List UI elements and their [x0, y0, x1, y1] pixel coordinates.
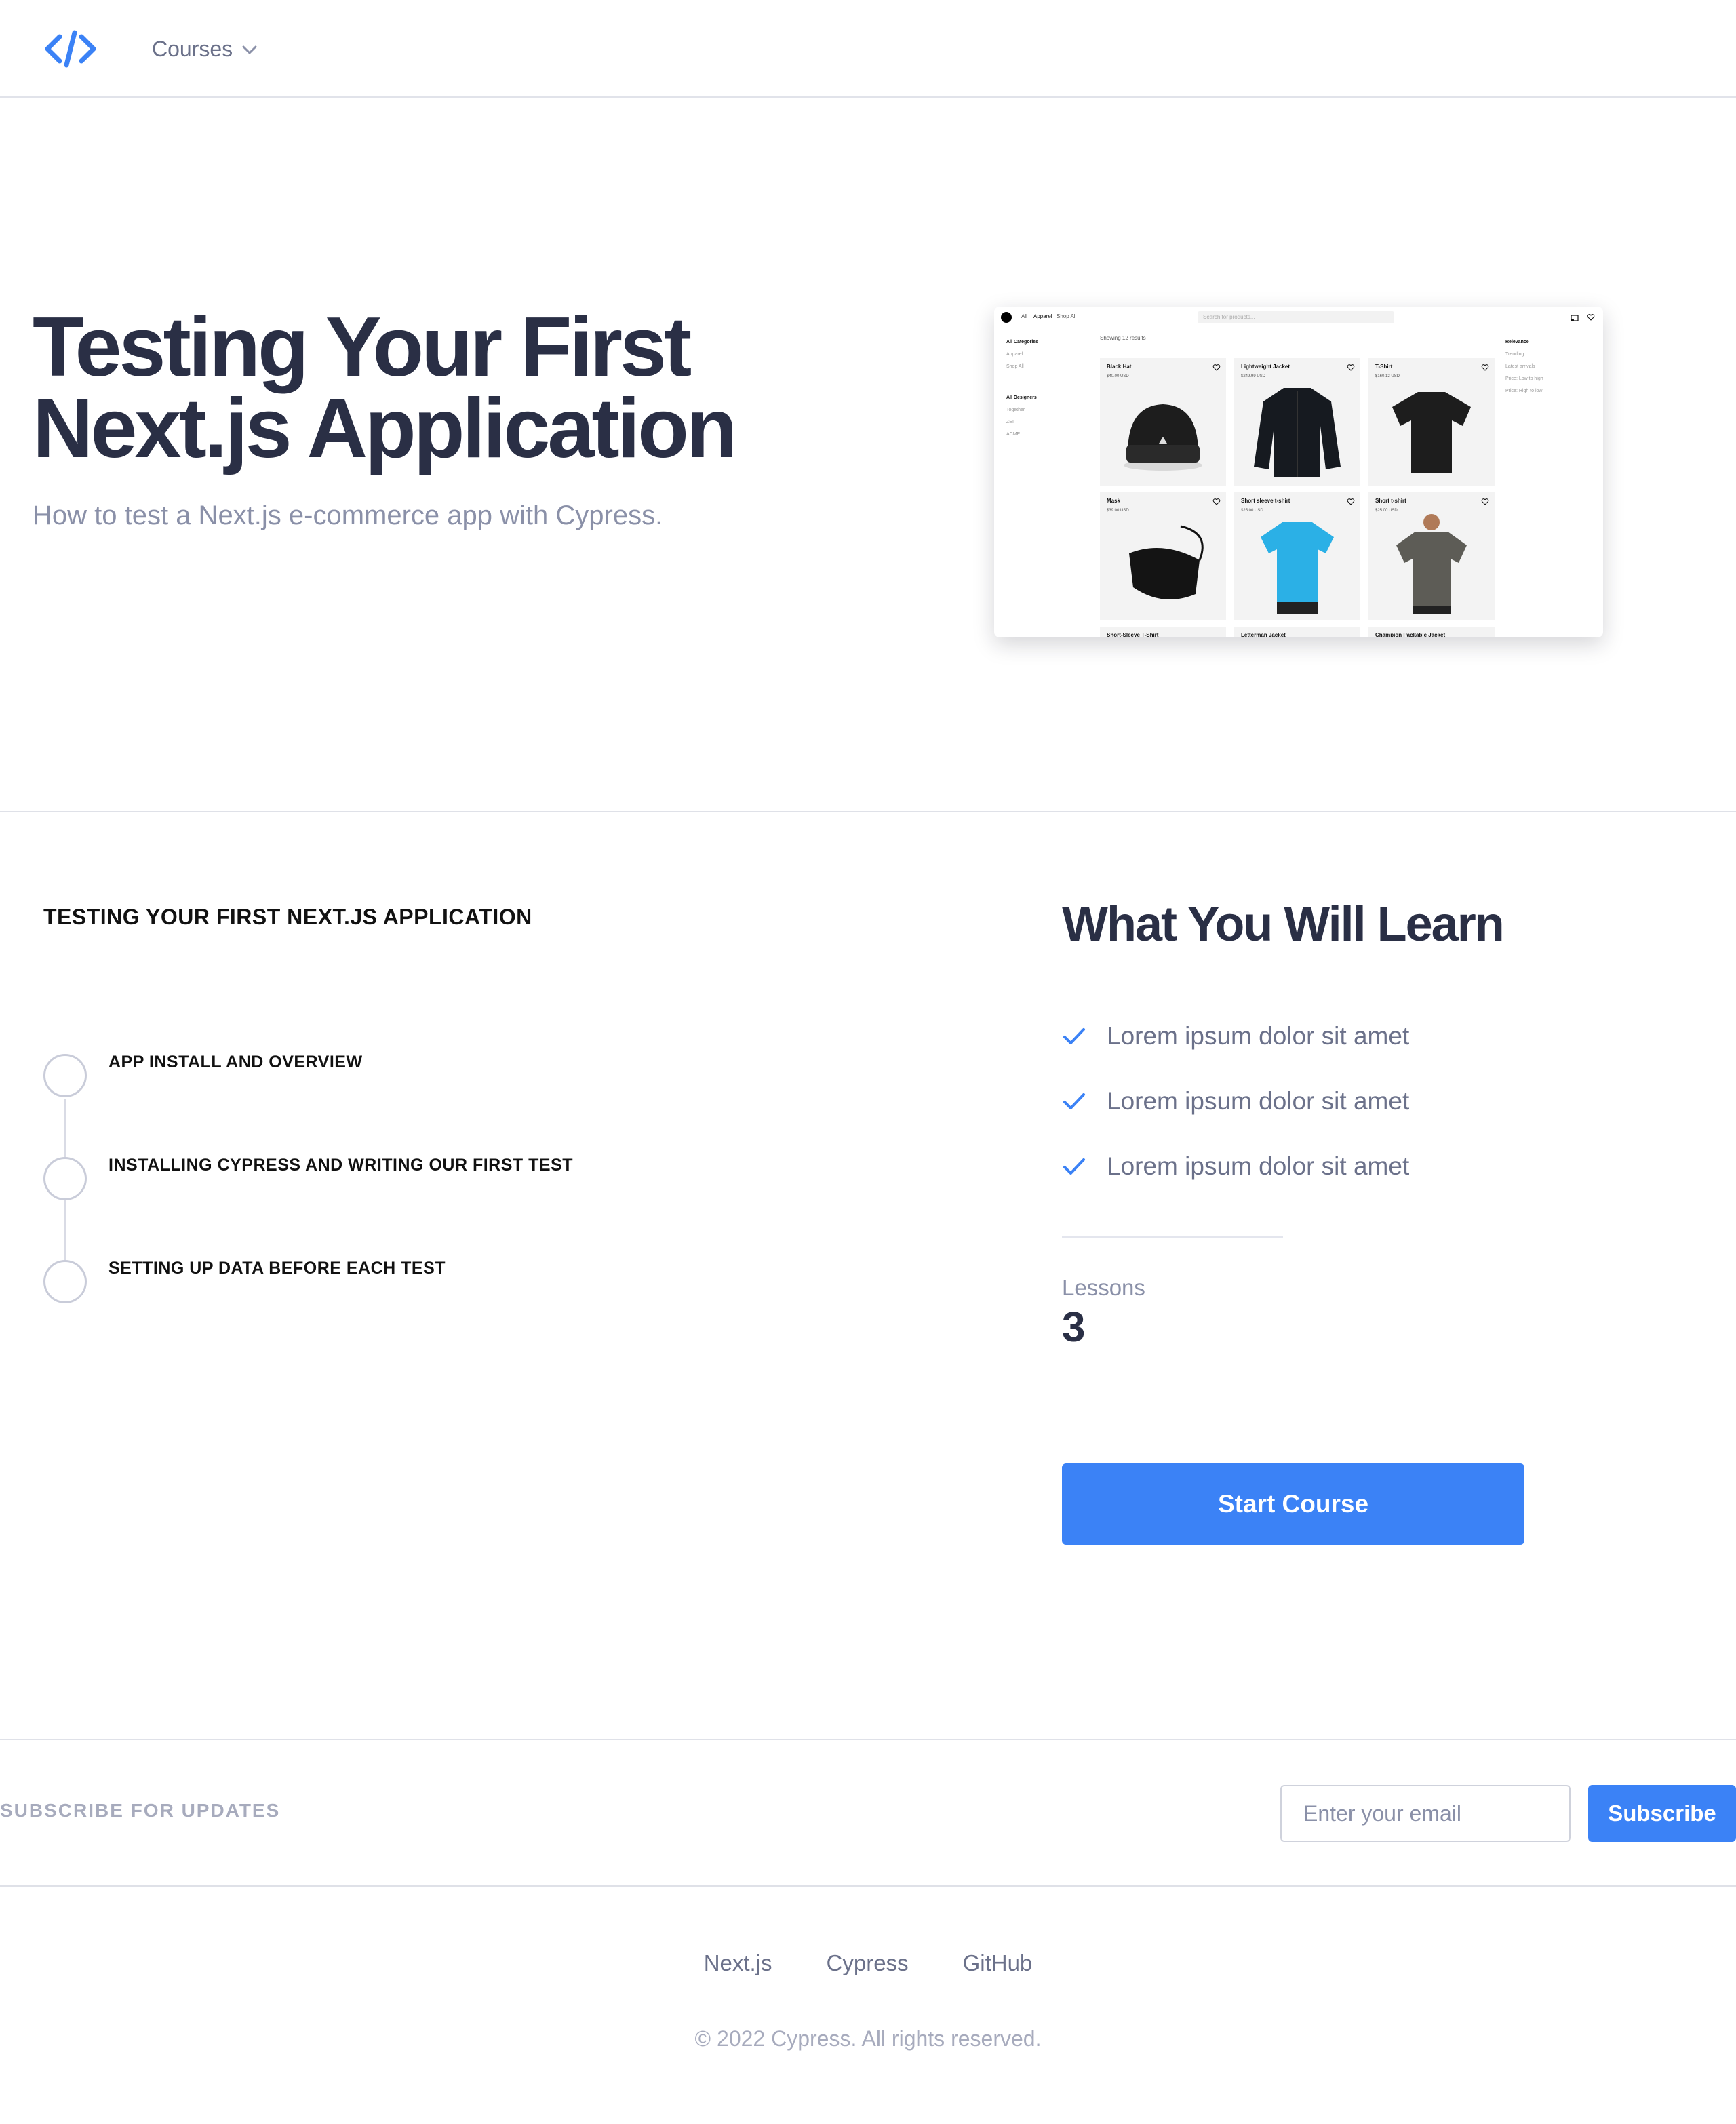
- learn-item-text: Lorem ipsum dolor sit amet: [1107, 1022, 1410, 1050]
- footer-link-cypress[interactable]: Cypress: [827, 1950, 909, 1976]
- beanie-image: [1124, 404, 1202, 471]
- preview-search: Search for products...: [1198, 311, 1394, 323]
- preview-designers: All Designers Together ZEI ACME: [1006, 395, 1037, 437]
- lesson-link[interactable]: SETTING UP DATA BEFORE EACH TEST: [108, 1259, 446, 1278]
- section-divider: [0, 1739, 1736, 1740]
- nav-courses-label: Courses: [152, 36, 233, 61]
- preview-product-card: Short t-shirt $25.00 USD: [1368, 492, 1495, 620]
- preview-nav-item: Apparel: [1033, 313, 1052, 319]
- footer-links: Next.js Cypress GitHub: [0, 1950, 1736, 1976]
- preview-product-card: Short sleeve t-shirt $25.00 USD: [1234, 492, 1360, 620]
- footer-link-github[interactable]: GitHub: [963, 1950, 1033, 1976]
- nav-courses-dropdown[interactable]: Courses: [152, 33, 257, 65]
- preview-product-card: Champion Packable Jacket: [1368, 627, 1495, 637]
- preview-sort: Relevance Trending Latest arrivals Price…: [1505, 340, 1543, 393]
- preview-topbar: All Apparel Shop All Search for products…: [994, 307, 1603, 327]
- lesson-link[interactable]: APP INSTALL AND OVERVIEW: [108, 1053, 363, 1072]
- page-title-line-1: Testing Your First: [33, 300, 692, 394]
- learn-title: What You Will Learn: [1062, 897, 1505, 951]
- heart-icon: [1481, 364, 1489, 371]
- preview-heart-icon: [1587, 314, 1595, 321]
- heart-icon: [1347, 364, 1355, 371]
- lessons-label: Lessons: [1062, 1275, 1145, 1300]
- site-header: Courses: [0, 0, 1736, 98]
- lesson-status-circle[interactable]: [43, 1260, 87, 1303]
- footer-link-nextjs[interactable]: Next.js: [704, 1950, 772, 1976]
- check-icon: [1063, 1093, 1085, 1109]
- jacket-image: [1254, 388, 1341, 477]
- email-input[interactable]: [1280, 1785, 1571, 1842]
- check-icon: [1063, 1158, 1085, 1175]
- preview-nav-item: Shop All: [1057, 313, 1077, 319]
- learn-divider: [1062, 1236, 1283, 1238]
- curriculum-title: TESTING YOUR FIRST NEXT.JS APPLICATION: [43, 905, 532, 929]
- learn-list-item: Lorem ipsum dolor sit amet: [1062, 1150, 1409, 1183]
- heart-icon: [1212, 498, 1221, 505]
- learn-item-text: Lorem ipsum dolor sit amet: [1107, 1087, 1410, 1115]
- preview-nav-item: All: [1021, 313, 1027, 319]
- code-brackets-icon[interactable]: [43, 30, 98, 68]
- subscribe-label: SUBSCRIBE FOR UPDATES: [0, 1800, 281, 1821]
- subscribe-button[interactable]: Subscribe: [1588, 1785, 1736, 1842]
- learn-item-text: Lorem ipsum dolor sit amet: [1107, 1152, 1410, 1180]
- chevron-down-icon: [242, 45, 257, 54]
- app-preview-image: All Apparel Shop All Search for products…: [994, 307, 1603, 637]
- section-divider: [0, 1885, 1736, 1887]
- lesson-status-circle[interactable]: [43, 1054, 87, 1097]
- preview-product-card: T-Shirt $160.12 USD: [1368, 358, 1495, 486]
- preview-logo-icon: [1001, 312, 1012, 323]
- page-title-line-2: Next.js Application: [33, 382, 738, 475]
- page-title: Testing Your First Next.js Application: [33, 305, 901, 471]
- section-divider: [0, 811, 1736, 812]
- lessons-count: 3: [1062, 1304, 1086, 1351]
- preview-results-count: Showing 12 results: [1100, 335, 1146, 341]
- preview-product-card: Lightweight Jacket $249.99 USD: [1234, 358, 1360, 486]
- learn-list-item: Lorem ipsum dolor sit amet: [1062, 1085, 1409, 1118]
- preview-product-card: Mask $39.00 USD: [1100, 492, 1226, 620]
- blue-tshirt-image: [1261, 522, 1334, 614]
- tshirt-image: [1392, 392, 1471, 473]
- copyright: © 2022 Cypress. All rights reserved.: [694, 2026, 1042, 2051]
- heart-icon: [1347, 498, 1355, 505]
- check-icon: [1063, 1028, 1085, 1044]
- learn-list-item: Lorem ipsum dolor sit amet: [1062, 1020, 1409, 1053]
- lesson-link[interactable]: INSTALLING CYPRESS AND WRITING OUR FIRST…: [108, 1156, 573, 1175]
- grey-tshirt-image: [1396, 514, 1467, 614]
- mask-image: [1129, 525, 1204, 599]
- lesson-status-circle[interactable]: [43, 1157, 87, 1200]
- preview-cart-icon: [1571, 315, 1579, 321]
- preview-product-card: Short-Sleeve T-Shirt: [1100, 627, 1226, 637]
- page-subtitle: How to test a Next.js e-commerce app wit…: [33, 500, 663, 530]
- heart-icon: [1212, 364, 1221, 371]
- start-course-button[interactable]: Start Course: [1062, 1463, 1524, 1545]
- preview-product-card: Letterman Jacket: [1234, 627, 1360, 637]
- preview-product-card: Black Hat $40.00 USD: [1100, 358, 1226, 486]
- heart-icon: [1481, 498, 1489, 505]
- preview-categories: All Categories Apparel Shop All: [1006, 340, 1039, 369]
